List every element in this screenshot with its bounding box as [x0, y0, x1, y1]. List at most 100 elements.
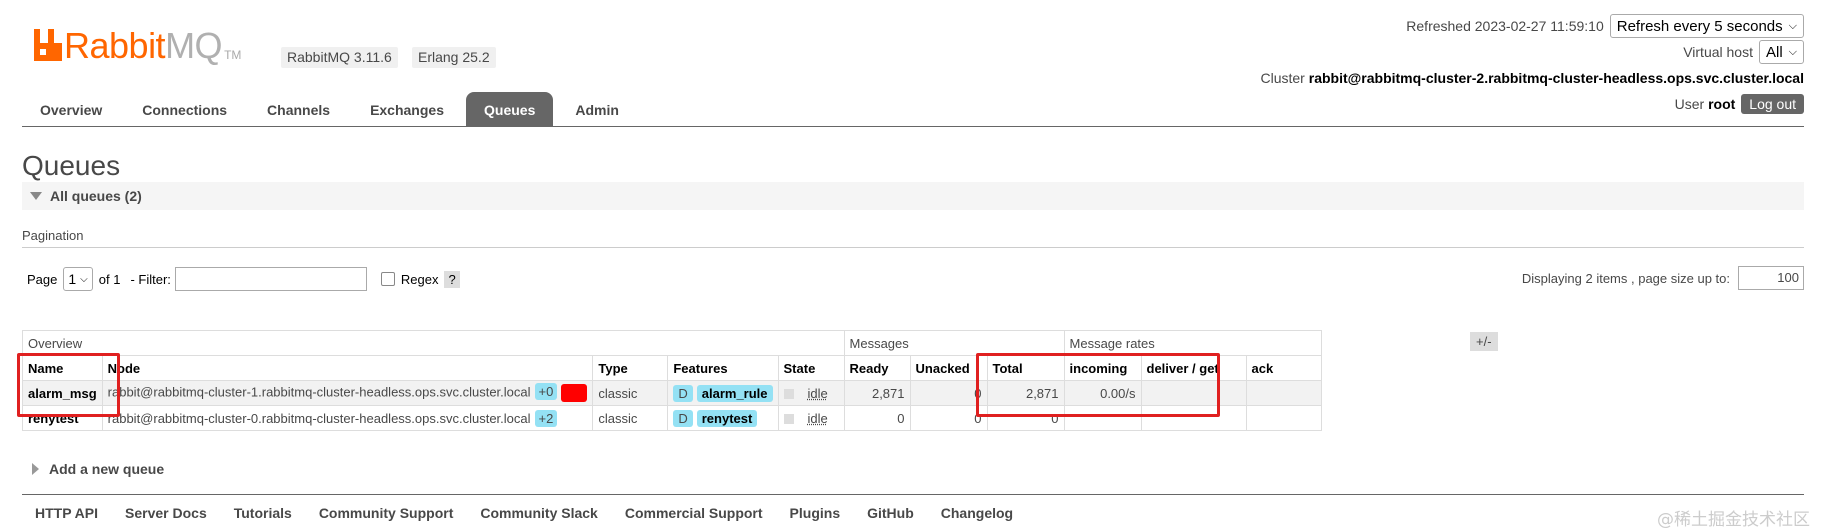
watermark: @稀土掘金技术社区	[1657, 510, 1810, 530]
state-indicator-icon	[783, 389, 794, 400]
messages-unacked: 0	[909, 405, 988, 431]
vhost-label: Virtual host	[1683, 44, 1753, 60]
queue-features: Dalarm_rule	[667, 380, 779, 406]
footer-link-community-support[interactable]: Community Support	[319, 505, 454, 521]
queue-features: Drenytest	[667, 405, 779, 431]
col-unacked[interactable]: Unacked	[909, 355, 988, 381]
tab-channels[interactable]: Channels	[249, 92, 348, 126]
rabbitmq-logo-icon	[34, 29, 62, 61]
page-count: of 1	[98, 271, 121, 287]
queue-type: classic	[592, 405, 669, 431]
regex-label: Regex	[400, 271, 439, 287]
footer-divider	[22, 494, 1804, 495]
replica-badge: +0	[534, 383, 558, 401]
page-title: Queues	[22, 150, 121, 181]
user-name: root	[1708, 96, 1736, 112]
page-label: Page	[27, 271, 58, 287]
regex-checkbox[interactable]	[380, 272, 395, 286]
footer-link-server-docs[interactable]: Server Docs	[125, 505, 207, 521]
filter-input[interactable]	[174, 267, 367, 291]
queue-state: idle	[777, 405, 845, 431]
col-node[interactable]: Node	[101, 355, 594, 381]
queue-node: rabbit@rabbitmq-cluster-1.rabbitmq-clust…	[101, 380, 594, 406]
messages-ready: 0	[843, 405, 911, 431]
queue-type: classic	[592, 380, 669, 406]
tab-admin[interactable]: Admin	[557, 92, 637, 126]
col-name[interactable]: Name	[22, 355, 103, 381]
durable-badge: D	[673, 384, 693, 402]
logout-button[interactable]: Log out	[1741, 94, 1804, 114]
col-total[interactable]: Total	[986, 355, 1065, 381]
group-message-rates: Message rates	[1063, 330, 1322, 356]
messages-total: 2,871	[986, 380, 1065, 406]
pagination-heading: Pagination	[22, 228, 84, 243]
tab-overview[interactable]: Overview	[22, 92, 120, 126]
header-status: Refreshed 2023-02-27 11:59:10 Refresh ev…	[1261, 14, 1804, 118]
group-messages: Messages	[843, 330, 1065, 356]
col-incoming[interactable]: incoming	[1063, 355, 1142, 381]
all-queues-section-toggle[interactable]: All queues (2)	[22, 182, 1804, 210]
footer-links: HTTP API Server Docs Tutorials Community…	[35, 505, 1040, 521]
footer-link-tutorials[interactable]: Tutorials	[234, 505, 292, 521]
regex-help-button[interactable]: ?	[444, 270, 460, 288]
main-nav-tabs: Overview Connections Channels Exchanges …	[22, 92, 641, 126]
queue-name-link[interactable]: renytest	[22, 405, 103, 431]
refreshed-label: Refreshed 2023-02-27 11:59:10	[1406, 18, 1604, 34]
queue-name-link[interactable]: alarm_msg	[22, 380, 103, 406]
tab-queues[interactable]: Queues	[466, 92, 554, 126]
erlang-version: Erlang 25.2	[412, 47, 496, 68]
tab-connections[interactable]: Connections	[124, 92, 245, 126]
table-row[interactable]: renytest rabbit@rabbitmq-cluster-0.rabbi…	[22, 405, 1322, 431]
refresh-interval-select[interactable]: Refresh every 5 seconds ⌵	[1609, 14, 1804, 38]
durable-badge: D	[673, 409, 693, 427]
replica-badge: +2	[534, 409, 558, 427]
display-info-text: Displaying 2 items , page size up to:	[1521, 270, 1730, 286]
messages-total: 0	[986, 405, 1065, 431]
table-row[interactable]: alarm_msg rabbit@rabbitmq-cluster-1.rabb…	[22, 380, 1322, 406]
footer-link-plugins[interactable]: Plugins	[790, 505, 841, 521]
chevron-down-icon: ⌵	[1788, 19, 1797, 32]
logo-tm: TM	[224, 48, 242, 62]
page-select[interactable]: 1 ⌵	[63, 267, 93, 291]
col-state[interactable]: State	[777, 355, 845, 381]
filter-label: - Filter:	[130, 271, 171, 287]
footer-link-http-api[interactable]: HTTP API	[35, 505, 98, 521]
feature-arg-badge: renytest	[696, 409, 758, 427]
rate-deliver-get	[1140, 405, 1247, 431]
col-ready[interactable]: Ready	[843, 355, 911, 381]
state-indicator-icon	[783, 414, 794, 425]
add-queue-toggle[interactable]: Add a new queue	[32, 461, 164, 477]
user-label: User	[1674, 96, 1705, 112]
rabbitmq-version: RabbitMQ 3.11.6	[281, 47, 398, 68]
footer-link-github[interactable]: GitHub	[867, 505, 914, 521]
tab-divider	[22, 126, 1804, 127]
page-size-input[interactable]: 100	[1738, 266, 1804, 290]
queue-node: rabbit@rabbitmq-cluster-0.rabbitmq-clust…	[101, 405, 594, 431]
col-type[interactable]: Type	[592, 355, 669, 381]
queue-state: idle	[777, 380, 845, 406]
expand-triangle-icon	[32, 463, 39, 475]
tab-exchanges[interactable]: Exchanges	[352, 92, 462, 126]
column-toggle-button[interactable]: +/-	[1470, 332, 1498, 351]
footer-link-commercial-support[interactable]: Commercial Support	[625, 505, 763, 521]
col-ack[interactable]: ack	[1245, 355, 1322, 381]
logo-text: RabbitMQ	[64, 25, 223, 66]
rate-deliver-get	[1140, 380, 1247, 406]
pagination-divider	[22, 247, 1804, 248]
vhost-select[interactable]: All ⌵	[1758, 40, 1804, 64]
col-deliver-get[interactable]: deliver / get	[1140, 355, 1247, 381]
rate-incoming	[1063, 405, 1142, 431]
messages-unacked: 0	[909, 380, 988, 406]
footer-link-changelog[interactable]: Changelog	[941, 505, 1013, 521]
chevron-down-icon: ⌵	[80, 273, 88, 285]
display-info: Displaying 2 items , page size up to: 10…	[1522, 266, 1804, 290]
pagination-controls: Page 1 ⌵ of 1 - Filter: Regex ?	[27, 267, 460, 291]
chevron-down-icon: ⌵	[1788, 45, 1797, 58]
group-overview: Overview	[22, 330, 845, 356]
col-features[interactable]: Features	[667, 355, 779, 381]
rabbitmq-logo[interactable]: RabbitMQ TM	[34, 26, 241, 66]
redacted-badge	[561, 384, 588, 402]
messages-ready: 2,871	[843, 380, 911, 406]
footer-link-community-slack[interactable]: Community Slack	[480, 505, 597, 521]
feature-arg-badge: alarm_rule	[696, 384, 773, 402]
